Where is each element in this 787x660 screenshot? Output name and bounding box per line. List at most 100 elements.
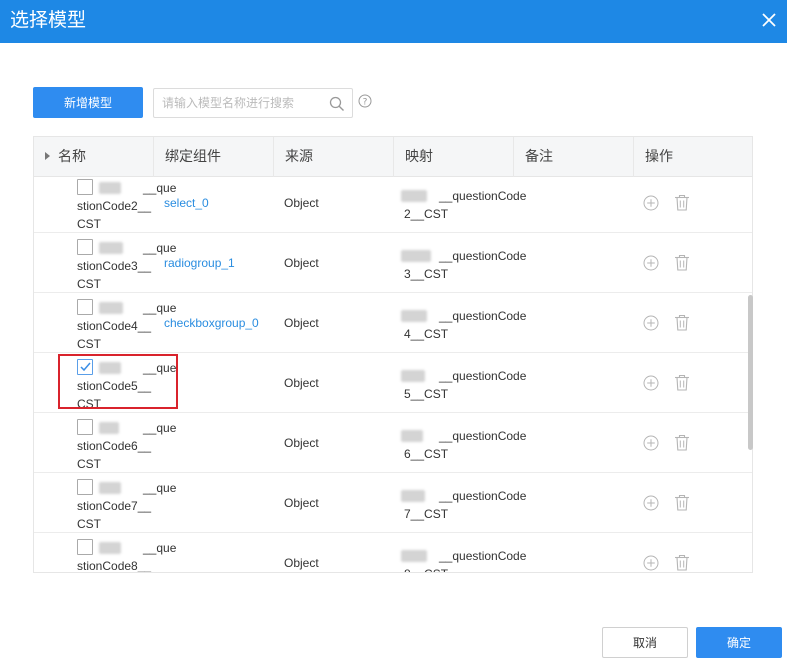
remark-cell	[524, 293, 634, 353]
column-header-name[interactable]: 名称	[34, 137, 154, 177]
component-link[interactable]	[164, 473, 274, 533]
mapping-text-line2: 7__CST	[404, 507, 449, 521]
mapping-text-line1: __questionCode	[439, 369, 527, 383]
name-text-line3: CST	[77, 517, 101, 531]
name-text-line2: stionCode8__	[77, 559, 152, 573]
cancel-button[interactable]: 取消	[602, 627, 688, 658]
source-cell: Object	[284, 316, 319, 330]
name-text-line3: CST	[77, 217, 101, 231]
name-cell: __que stionCode8__	[34, 533, 176, 573]
redacted-text	[99, 182, 121, 194]
trash-icon[interactable]	[674, 434, 690, 451]
component-link[interactable]: select_0	[164, 177, 274, 233]
component-link[interactable]: radiogroup_1	[164, 233, 274, 293]
expand-caret-icon[interactable]	[45, 152, 50, 160]
name-text-line2: stionCode7__	[77, 499, 152, 513]
remark-cell	[524, 533, 634, 572]
add-circle-icon[interactable]	[643, 555, 659, 571]
name-cell: __que stionCode2__ CST	[34, 177, 176, 233]
redacted-text	[401, 490, 425, 502]
table-row[interactable]: __que stionCode2__ CST select_0 Object _…	[34, 177, 752, 233]
name-text-line2: stionCode3__	[77, 259, 152, 273]
search-icon[interactable]	[329, 96, 345, 112]
row-checkbox[interactable]	[77, 479, 93, 495]
mapping-text-line1: __questionCode	[439, 549, 527, 563]
name-text-line3: CST	[77, 277, 101, 291]
remark-cell	[524, 413, 634, 473]
name-cell: __que stionCode6__ CST	[34, 413, 176, 473]
mapping-text-line2: 5__CST	[404, 387, 449, 401]
trash-icon[interactable]	[674, 254, 690, 271]
search-box	[153, 88, 353, 118]
redacted-text	[401, 250, 431, 262]
column-header-mapping: 映射	[394, 137, 514, 177]
add-circle-icon[interactable]	[643, 435, 659, 451]
redacted-text	[99, 242, 123, 254]
table-row[interactable]: __que stionCode8__ Object __questionCode…	[34, 533, 752, 573]
close-icon[interactable]	[759, 10, 779, 30]
name-text-line3: CST	[77, 337, 101, 351]
confirm-button[interactable]: 确定	[696, 627, 782, 658]
redacted-text	[99, 422, 119, 434]
add-circle-icon[interactable]	[643, 195, 659, 211]
column-header-component: 绑定组件	[154, 137, 274, 177]
add-model-button[interactable]: 新增模型	[33, 87, 143, 118]
component-link[interactable]	[164, 413, 274, 473]
component-link[interactable]	[164, 353, 274, 413]
name-text-line2: stionCode4__	[77, 319, 152, 333]
mapping-text-line2: 6__CST	[404, 447, 449, 461]
row-checkbox[interactable]	[77, 419, 93, 435]
mapping-text-line2: 3__CST	[404, 267, 449, 281]
redacted-text	[401, 310, 427, 322]
table-row[interactable]: __que stionCode3__ CST radiogroup_1 Obje…	[34, 233, 752, 293]
source-cell: Object	[284, 556, 319, 570]
table-row[interactable]: __que stionCode6__ CST Object __question…	[34, 413, 752, 473]
add-circle-icon[interactable]	[643, 315, 659, 331]
table-header: 名称 绑定组件 来源 映射 备注 操作	[34, 137, 752, 177]
table-scrollbar[interactable]	[748, 295, 753, 450]
mapping-text-line2: 4__CST	[404, 327, 449, 341]
redacted-text	[99, 542, 121, 554]
trash-icon[interactable]	[674, 374, 690, 391]
help-circle-icon[interactable]: ?	[358, 94, 372, 108]
redacted-text	[99, 302, 123, 314]
column-header-remark: 备注	[514, 137, 634, 177]
add-circle-icon[interactable]	[643, 375, 659, 391]
trash-icon[interactable]	[674, 494, 690, 511]
remark-cell	[524, 233, 634, 293]
add-circle-icon[interactable]	[643, 255, 659, 271]
row-checkbox[interactable]	[77, 299, 93, 315]
source-cell: Object	[284, 256, 319, 270]
source-cell: Object	[284, 436, 319, 450]
column-header-actions: 操作	[645, 149, 673, 165]
table-row[interactable]: __que stionCode4__ CST checkboxgroup_0 O…	[34, 293, 752, 353]
name-text-line2: stionCode6__	[77, 439, 152, 453]
row-checkbox[interactable]	[77, 239, 93, 255]
svg-text:?: ?	[363, 97, 368, 107]
row-checkbox[interactable]	[77, 539, 93, 555]
row-checkbox[interactable]	[77, 179, 93, 195]
component-link[interactable]	[164, 533, 274, 572]
selection-highlight-box	[58, 354, 178, 409]
source-cell: Object	[284, 376, 319, 390]
remark-cell	[524, 473, 634, 533]
component-link[interactable]: checkboxgroup_0	[164, 293, 274, 353]
search-input[interactable]	[162, 94, 322, 112]
mapping-text-line2: 2__CST	[404, 207, 449, 221]
redacted-text	[401, 370, 425, 382]
dialog-title-bar: 选择模型	[0, 0, 787, 43]
mapping-text-line1: __questionCode	[439, 189, 527, 203]
remark-cell	[524, 353, 634, 413]
trash-icon[interactable]	[674, 194, 690, 211]
mapping-text-line1: __questionCode	[439, 489, 527, 503]
redacted-text	[401, 190, 427, 202]
mapping-text-line1: __questionCode	[439, 309, 527, 323]
name-text-line2: stionCode2__	[77, 199, 152, 213]
add-circle-icon[interactable]	[643, 495, 659, 511]
trash-icon[interactable]	[674, 554, 690, 571]
trash-icon[interactable]	[674, 314, 690, 331]
dialog-title: 选择模型	[10, 10, 87, 31]
mapping-text-line1: __questionCode	[439, 429, 527, 443]
name-cell: __que stionCode3__ CST	[34, 233, 176, 293]
table-row[interactable]: __que stionCode7__ CST Object __question…	[34, 473, 752, 533]
